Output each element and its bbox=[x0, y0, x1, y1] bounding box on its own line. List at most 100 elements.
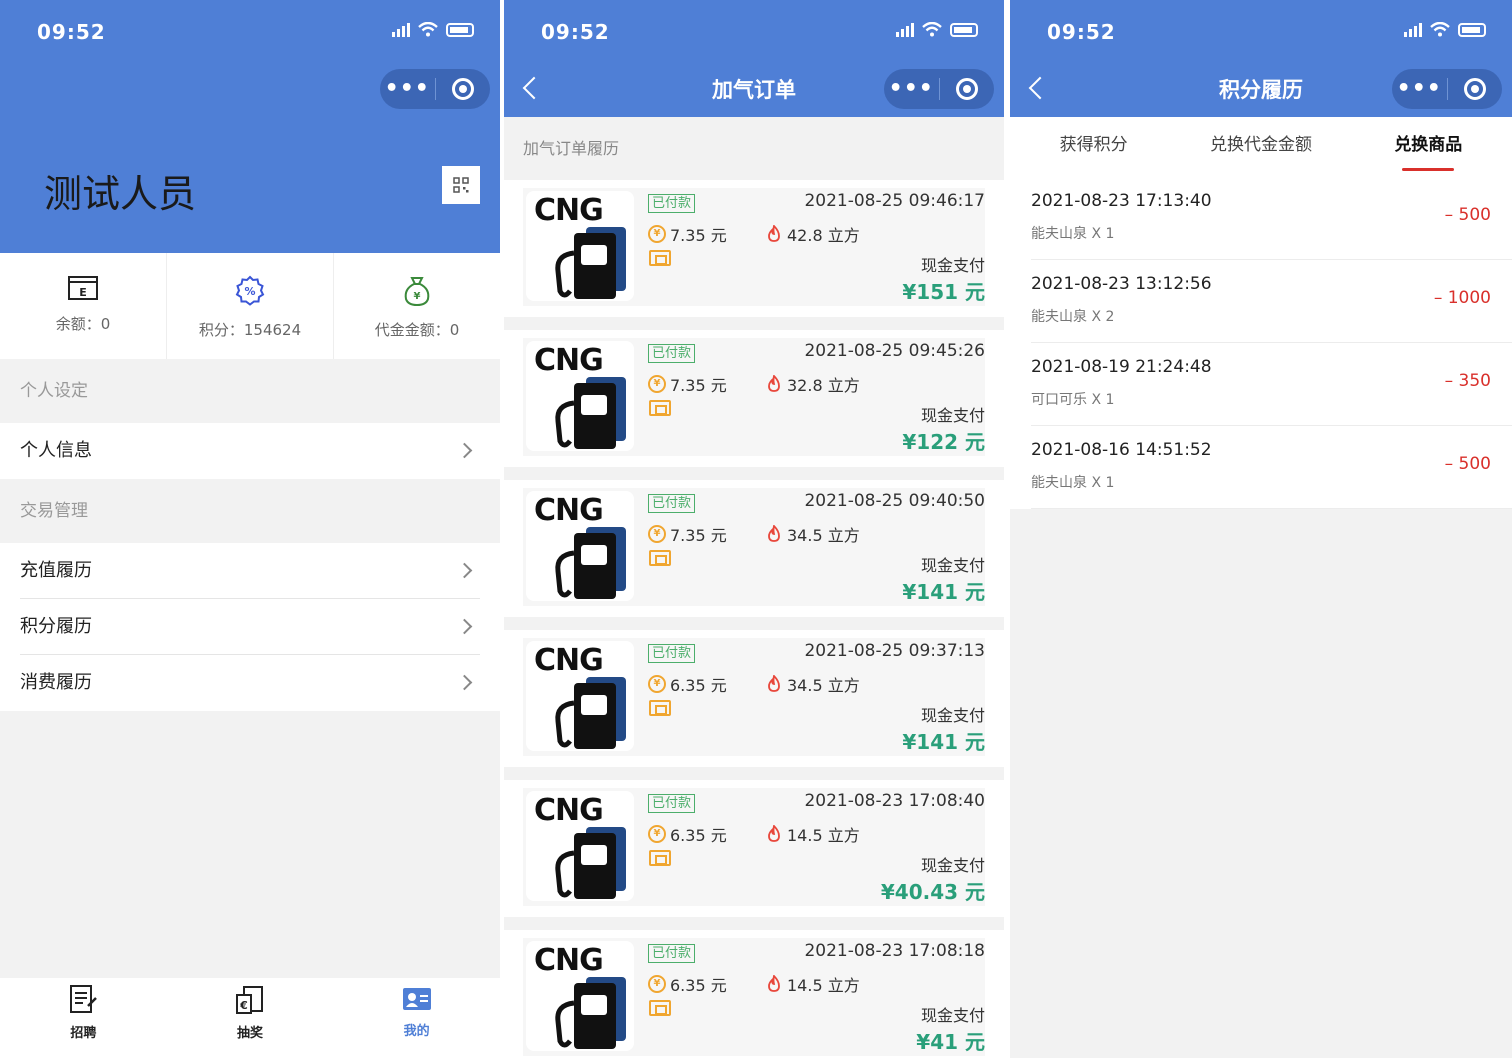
wallet-icon bbox=[649, 850, 671, 866]
gas-pump-icon bbox=[555, 827, 626, 899]
voucher-stat[interactable]: ¥ 代金金额：0 bbox=[334, 253, 500, 359]
balance-label: 余额：0 bbox=[55, 315, 111, 333]
voucher-label: 代金金额：0 bbox=[374, 321, 460, 339]
recruit-doc-icon bbox=[70, 985, 98, 1013]
more-icon[interactable]: ••• bbox=[1392, 69, 1447, 109]
cng-pump-logo: CNG bbox=[526, 641, 634, 751]
unit-price: ¥7.35 元 bbox=[648, 522, 727, 546]
profile-screen: 09:52 ••• 测试人员 E 余额：0 % 积分：154624 ¥ 代金金额… bbox=[0, 0, 500, 1058]
points-stat[interactable]: % 积分：154624 bbox=[167, 253, 334, 359]
gas-volume: 32.8 立方 bbox=[765, 372, 860, 396]
flame-icon bbox=[768, 525, 780, 542]
close-target-icon[interactable] bbox=[436, 78, 491, 100]
order-total: ¥40.43 元 bbox=[880, 880, 985, 904]
order-card[interactable]: CNG 已付款 ¥7.35 元 42.8 立方 2021-08-25 09:46:17 现… bbox=[504, 180, 1004, 317]
tab-redeem-voucher[interactable]: 兑换代金金额 bbox=[1177, 117, 1344, 177]
record-item: 能夫山泉 X 2 bbox=[1031, 309, 1115, 325]
tab-mine[interactable]: 我的 bbox=[333, 978, 500, 1058]
payment-method: 现金支付 bbox=[920, 406, 985, 425]
unit-price: ¥6.35 元 bbox=[648, 972, 727, 996]
svg-text:%: % bbox=[244, 285, 255, 298]
record-datetime: 2021-08-23 17:13:40 bbox=[1031, 191, 1212, 211]
svg-text:¥: ¥ bbox=[414, 291, 421, 302]
unit-price-value: 7.35 元 bbox=[670, 526, 727, 545]
section-trade-management: 交易管理 bbox=[0, 479, 500, 543]
svg-text:E: E bbox=[79, 286, 87, 299]
signal-icon bbox=[392, 22, 410, 37]
gas-pump-icon bbox=[555, 977, 626, 1049]
balance-stat[interactable]: E 余额：0 bbox=[0, 253, 167, 359]
cng-pump-logo: CNG bbox=[526, 941, 634, 1051]
wallet-icon bbox=[649, 550, 671, 566]
order-datetime: 2021-08-25 09:37:13 bbox=[804, 641, 985, 661]
row-recharge-history[interactable]: 充值履历 bbox=[0, 543, 500, 599]
payment-method: 现金支付 bbox=[920, 856, 985, 875]
gas-volume-value: 34.5 立方 bbox=[787, 526, 860, 545]
chevron-right-icon bbox=[456, 442, 473, 459]
percent-badge-icon: % bbox=[235, 275, 265, 306]
record-item: 能夫山泉 X 1 bbox=[1031, 475, 1115, 491]
unit-price-value: 6.35 元 bbox=[670, 976, 727, 995]
order-datetime: 2021-08-23 17:08:18 bbox=[804, 941, 985, 961]
more-icon[interactable]: ••• bbox=[380, 69, 435, 109]
close-target-icon[interactable] bbox=[940, 78, 995, 100]
tab-redeem-goods[interactable]: 兑换商品 bbox=[1345, 117, 1512, 177]
chevron-right-icon bbox=[456, 674, 473, 691]
order-card[interactable]: CNG 已付款 ¥7.35 元 32.8 立方 2021-08-25 09:45:26 现… bbox=[504, 330, 1004, 467]
points-history-screen: 09:52 积分履历 ••• 获得积分 兑换代金金额 兑换商品 2021-08-… bbox=[1010, 0, 1512, 1058]
section-personal-settings: 个人设定 bbox=[0, 359, 500, 423]
tab-mine-label: 我的 bbox=[403, 1024, 430, 1039]
card-e-icon: E bbox=[68, 276, 98, 300]
divider bbox=[1031, 508, 1512, 509]
record-item: 可口可乐 X 1 bbox=[1031, 392, 1115, 408]
gas-volume-value: 14.5 立方 bbox=[787, 826, 860, 845]
order-card[interactable]: CNG 已付款 ¥6.35 元 34.5 立方 2021-08-25 09:37:13 现… bbox=[504, 630, 1004, 767]
gas-pump-icon bbox=[555, 227, 626, 299]
order-datetime: 2021-08-25 09:40:50 bbox=[804, 491, 985, 511]
yuan-coin-icon: ¥ bbox=[648, 375, 666, 393]
points-label: 积分：154624 bbox=[198, 321, 302, 339]
row-points-label: 积分履历 bbox=[20, 616, 92, 637]
tab-recruit[interactable]: 招聘 bbox=[0, 978, 167, 1058]
row-consume-history[interactable]: 消费履历 bbox=[0, 655, 500, 711]
order-card-body: CNG 已付款 ¥6.35 元 14.5 立方 2021-08-23 17:08:18 现… bbox=[523, 938, 985, 1056]
gas-volume: 34.5 立方 bbox=[765, 522, 860, 546]
flame-icon bbox=[768, 225, 780, 242]
svg-text:€: € bbox=[239, 999, 248, 1012]
yuan-coin-icon: ¥ bbox=[648, 225, 666, 243]
gas-volume-value: 34.5 立方 bbox=[787, 676, 860, 695]
tab-earned-points[interactable]: 获得积分 bbox=[1010, 117, 1177, 177]
orders-header: 09:52 加气订单 ••• bbox=[504, 0, 1004, 117]
signal-icon bbox=[896, 22, 914, 37]
row-points-history[interactable]: 积分履历 bbox=[0, 599, 500, 655]
yuan-coin-icon: ¥ bbox=[648, 975, 666, 993]
cng-pump-logo: CNG bbox=[526, 191, 634, 301]
paid-status-badge: 已付款 bbox=[648, 644, 696, 663]
tab-lottery[interactable]: € 抽奖 bbox=[167, 978, 334, 1058]
gas-volume: 34.5 立方 bbox=[765, 672, 860, 696]
more-icon[interactable]: ••• bbox=[884, 69, 939, 109]
status-bar: 09:52 bbox=[504, 0, 1004, 60]
battery-icon bbox=[950, 22, 978, 37]
close-target-icon[interactable] bbox=[1448, 78, 1503, 100]
gas-volume: 14.5 立方 bbox=[765, 822, 860, 846]
order-card[interactable]: CNG 已付款 ¥7.35 元 34.5 立方 2021-08-25 09:40:50 现… bbox=[504, 480, 1004, 617]
id-card-icon bbox=[402, 988, 431, 1010]
payment-method: 现金支付 bbox=[920, 1006, 985, 1025]
points-tabs: 获得积分 兑换代金金额 兑换商品 bbox=[1010, 117, 1512, 177]
tab-recruit-label: 招聘 bbox=[70, 1026, 97, 1041]
qr-code-button[interactable] bbox=[442, 166, 480, 204]
order-card[interactable]: CNG 已付款 ¥6.35 元 14.5 立方 2021-08-23 17:08:18 现… bbox=[504, 930, 1004, 1058]
order-card[interactable]: CNG 已付款 ¥6.35 元 14.5 立方 2021-08-23 17:08:40 现… bbox=[504, 780, 1004, 917]
unit-price: ¥6.35 元 bbox=[648, 822, 727, 846]
flame-icon bbox=[768, 375, 780, 392]
row-personal-info[interactable]: 个人信息 bbox=[0, 423, 500, 479]
record-datetime: 2021-08-16 14:51:52 bbox=[1031, 440, 1212, 460]
flame-icon bbox=[768, 675, 780, 692]
order-card-body: CNG 已付款 ¥7.35 元 32.8 立方 2021-08-25 09:45:26 现… bbox=[523, 338, 985, 456]
order-total: ¥41 元 bbox=[916, 1030, 985, 1054]
account-stats: E 余额：0 % 积分：154624 ¥ 代金金额：0 bbox=[0, 253, 500, 359]
redeem-record-row: 2021-08-23 17:13:40 能夫山泉 X 1 – 500 bbox=[1010, 177, 1512, 260]
record-points: – 500 bbox=[1444, 454, 1491, 474]
orders-subheader: 加气订单履历 bbox=[523, 139, 620, 158]
